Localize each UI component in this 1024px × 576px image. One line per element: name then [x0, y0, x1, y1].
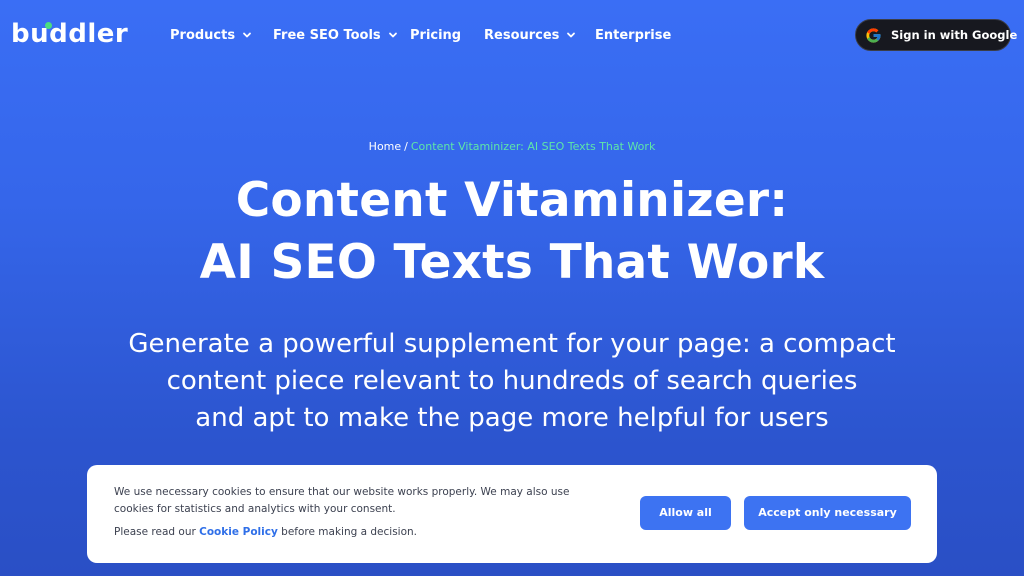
google-icon	[866, 28, 881, 43]
subtitle-line-1: Generate a powerful supplement for your …	[128, 329, 896, 359]
cookie-paragraph: We use necessary cookies to ensure that …	[114, 484, 604, 518]
nav-item-pricing[interactable]: Pricing	[410, 26, 461, 46]
nav-label: Products	[170, 28, 236, 43]
page-subtitle: Generate a powerful supplement for your …	[62, 326, 962, 437]
sign-in-label: Sign in with Google	[891, 28, 1018, 42]
breadcrumb-home-link[interactable]: Home	[369, 140, 401, 153]
policy-suffix: before making a decision.	[281, 526, 417, 538]
cookie-policy-paragraph: Please read our Cookie Policy before mak…	[114, 524, 604, 541]
cookie-policy-link[interactable]: Cookie Policy	[199, 526, 278, 538]
allow-all-button[interactable]: Allow all	[640, 496, 731, 530]
chevron-down-icon	[243, 32, 251, 38]
logo-dot	[45, 22, 52, 29]
nav-item-free-seo-tools[interactable]: Free SEO Tools	[273, 26, 399, 46]
cookie-line-2: cookies for statistics and analytics wit…	[114, 503, 396, 515]
cookie-banner: We use necessary cookies to ensure that …	[87, 465, 937, 563]
nav-item-products[interactable]: Products	[170, 26, 253, 46]
site-header: buddler Products Free SEO Tools Pricing …	[0, 0, 1024, 72]
subtitle-line-2: content piece relevant to hundreds of se…	[166, 366, 858, 396]
logo-text: buddler	[11, 19, 129, 49]
breadcrumb: Home / Content Vitaminizer: AI SEO Texts T…	[0, 139, 1024, 155]
nav-label: Enterprise	[595, 28, 672, 43]
title-line-1: Content Vitaminizer:	[235, 173, 789, 228]
chevron-down-icon	[388, 32, 397, 38]
nav-label: Pricing	[410, 28, 462, 43]
policy-prefix: Please read our	[114, 526, 196, 538]
buddler-logo[interactable]: buddler	[11, 17, 128, 51]
subtitle-line-3: and apt to make the page more helpful fo…	[195, 403, 829, 433]
breadcrumb-separator: /	[404, 140, 408, 153]
nav-item-enterprise[interactable]: Enterprise	[595, 26, 671, 46]
nav-label: Free SEO Tools	[273, 28, 381, 43]
page-title: Content Vitaminizer: AI SEO Texts That W…	[0, 170, 1024, 294]
nav-label: Resources	[484, 28, 560, 43]
cookie-line-1: We use necessary cookies to ensure that …	[114, 486, 570, 498]
accept-only-necessary-button[interactable]: Accept only necessary	[744, 496, 911, 530]
sign-in-with-google-button[interactable]: Sign in with Google	[855, 19, 1017, 51]
chevron-down-icon	[567, 32, 576, 38]
cookie-message: We use necessary cookies to ensure that …	[114, 484, 604, 541]
title-line-2: AI SEO Texts That Work	[199, 235, 825, 290]
breadcrumb-current: Content Vitaminizer: AI SEO Texts That W…	[410, 140, 656, 153]
nav-item-resources[interactable]: Resources	[484, 26, 577, 46]
